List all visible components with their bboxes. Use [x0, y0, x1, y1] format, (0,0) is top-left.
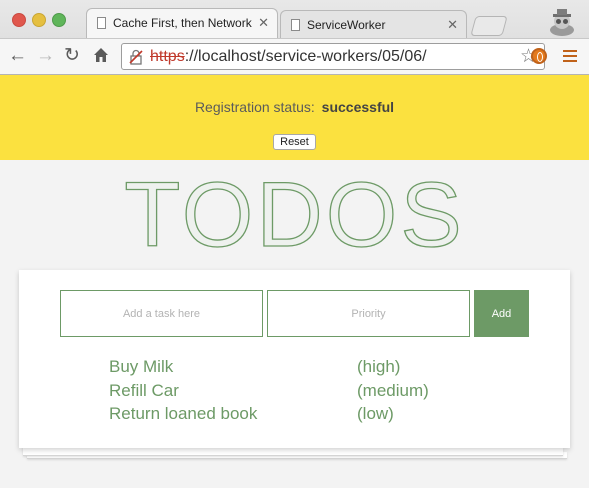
registration-status-value: successful — [321, 99, 395, 115]
tab-label: Cache First, then Network — [113, 16, 252, 30]
registration-status: Registration status: successful — [0, 99, 589, 115]
add-button[interactable]: Add — [474, 290, 529, 337]
task-input[interactable] — [60, 290, 263, 337]
document-icon — [97, 17, 106, 29]
back-arrow-icon[interactable]: ← — [8, 44, 27, 68]
new-tab-button[interactable] — [470, 16, 508, 36]
todo-item: Return loaned book (low) — [109, 404, 509, 428]
todo-list: Buy Milk (high) Refill Car (medium) Retu… — [109, 357, 509, 428]
url-path: ://localhost/service-workers/05/06/ — [184, 48, 427, 65]
todo-priority: (medium) — [357, 380, 429, 400]
browser-toolbar: ← → ↻ https://localhost/service-workers/… — [0, 38, 589, 74]
document-icon — [291, 19, 300, 31]
todo-item: Buy Milk (high) — [109, 357, 509, 381]
reset-button[interactable]: Reset — [273, 134, 316, 150]
menu-icon[interactable] — [563, 50, 577, 62]
close-icon[interactable]: ✕ — [447, 11, 458, 39]
todo-card: Add Buy Milk (high) Refill Car (medium) … — [19, 270, 570, 448]
insecure-lock-icon[interactable] — [128, 49, 144, 65]
window-close-button[interactable] — [12, 13, 26, 27]
card-stack-layer — [23, 447, 563, 456]
incognito-profile-icon[interactable] — [547, 6, 577, 36]
priority-input[interactable] — [267, 290, 470, 337]
forward-arrow-icon[interactable]: → — [36, 44, 55, 68]
extension-icon[interactable] — [531, 48, 547, 64]
todo-priority: (high) — [357, 357, 401, 376]
tab-cache-first[interactable]: Cache First, then Network ✕ — [86, 8, 278, 38]
todo-task: Refill Car — [109, 380, 179, 400]
window-minimize-button[interactable] — [32, 13, 46, 27]
todo-task: Return loaned book — [109, 404, 258, 423]
url-scheme: https — [150, 48, 185, 65]
todo-priority: (low) — [357, 404, 394, 423]
todo-task: Buy Milk — [109, 357, 174, 376]
browser-chrome: Cache First, then Network ✕ ServiceWorke… — [0, 0, 589, 75]
tab-label: ServiceWorker — [307, 18, 386, 32]
tab-serviceworker[interactable]: ServiceWorker ✕ — [280, 10, 467, 38]
window-maximize-button[interactable] — [52, 13, 66, 27]
reload-icon[interactable]: ↻ — [64, 44, 80, 68]
address-bar[interactable]: https://localhost/service-workers/05/06/… — [121, 43, 545, 70]
registration-status-bar: Registration status: successful Reset — [0, 75, 589, 160]
url-text: https://localhost/service-workers/05/06/ — [150, 44, 427, 69]
todo-item: Refill Car (medium) — [109, 381, 509, 405]
close-icon[interactable]: ✕ — [258, 9, 269, 37]
home-icon[interactable] — [92, 46, 110, 64]
registration-status-label: Registration status: — [194, 99, 315, 115]
page-title: TODOS — [124, 163, 465, 266]
